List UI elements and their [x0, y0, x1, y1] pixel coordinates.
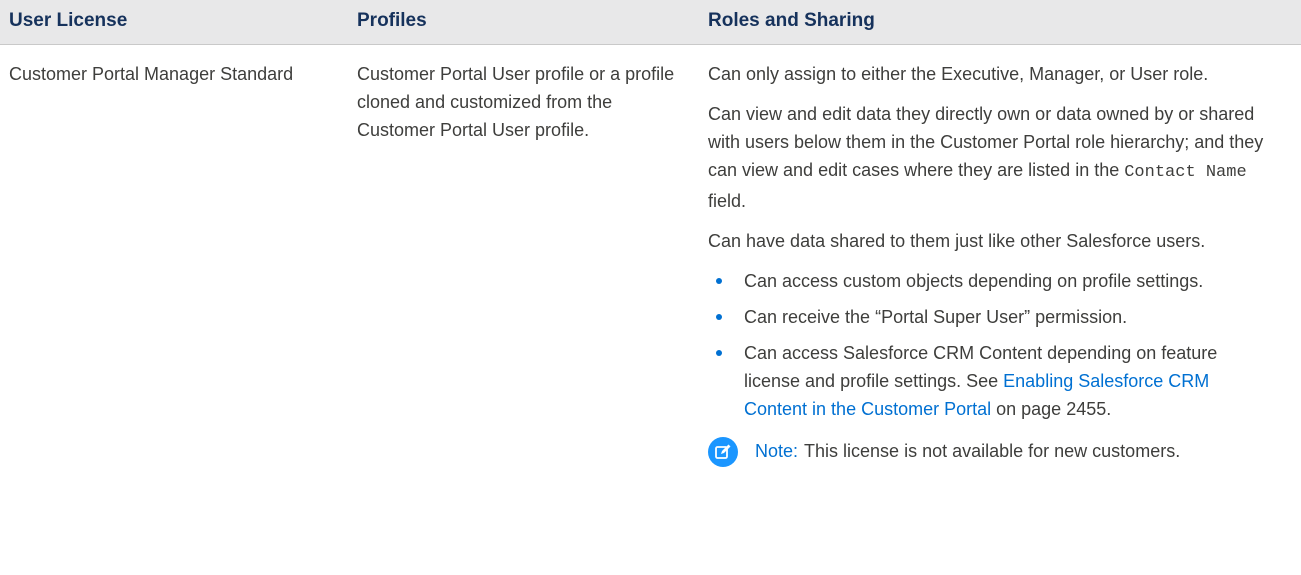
bullet-dot-icon — [716, 350, 722, 356]
bullet-item: Can receive the “Portal Super User” perm… — [708, 303, 1268, 331]
roles-paragraph-2: Can view and edit data they directly own… — [708, 100, 1268, 215]
roles-paragraph-1: Can only assign to either the Executive,… — [708, 64, 1209, 84]
cell-roles-and-sharing: Can only assign to either the Executive,… — [708, 60, 1268, 467]
header-user-license: User License — [9, 10, 128, 31]
note-label: Note: — [755, 441, 799, 461]
roles-bullet-list: Can access custom objects depending on p… — [708, 267, 1268, 423]
note-callout: Note: This license is not available for n… — [708, 437, 1268, 467]
note-text: This license is not available for new cu… — [804, 441, 1181, 461]
table-header-row: User License Profiles Roles and Sharing — [0, 0, 1301, 45]
roles-paragraph-3: Can have data shared to them just like o… — [708, 231, 1206, 251]
bullet-dot-icon — [716, 314, 722, 320]
bullet-text: Can receive the “Portal Super User” perm… — [744, 307, 1128, 327]
bullet-dot-icon — [716, 278, 722, 284]
header-profiles: Profiles — [357, 10, 427, 31]
cell-profiles: Customer Portal User profile or a profil… — [357, 64, 675, 140]
cell-user-license: Customer Portal Manager Standard — [9, 64, 294, 84]
bullet-text: Can access custom objects depending on p… — [744, 271, 1204, 291]
header-roles-and-sharing: Roles and Sharing — [708, 10, 875, 31]
roles-p2-text-after: field. — [708, 191, 747, 211]
bullet-text-after-link: on page 2455. — [991, 399, 1112, 419]
bullet-item: Can access custom objects depending on p… — [708, 267, 1268, 295]
contact-name-code: Contact Name — [1124, 163, 1247, 182]
edit-note-icon — [708, 437, 738, 467]
bullet-item: Can access Salesforce CRM Content depend… — [708, 339, 1268, 423]
